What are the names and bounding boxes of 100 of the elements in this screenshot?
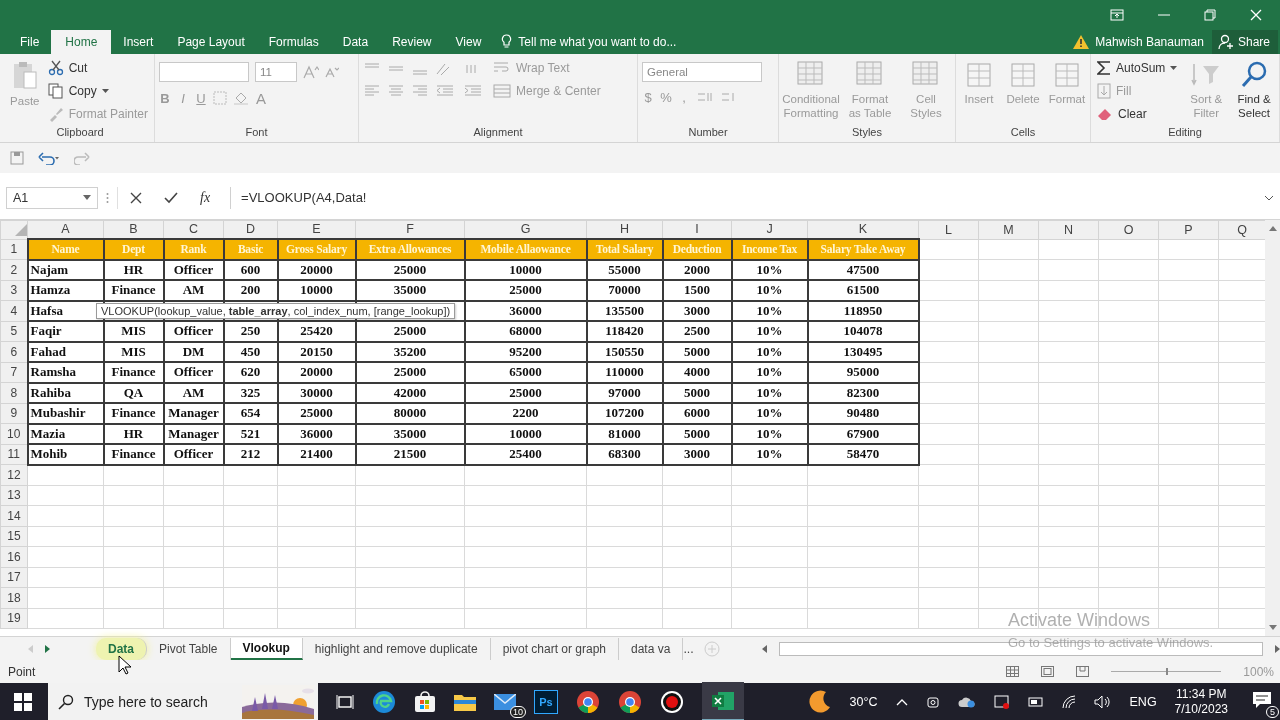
- speaker-icon[interactable]: [1093, 694, 1112, 709]
- clock[interactable]: 11:34 PM 7/10/2023: [1174, 686, 1228, 717]
- row-header[interactable]: 9: [0, 403, 28, 424]
- row-header[interactable]: 19: [0, 608, 28, 629]
- row-header[interactable]: 17: [0, 567, 28, 588]
- grow-font-icon[interactable]: [303, 64, 319, 79]
- row-header[interactable]: 18: [0, 587, 28, 609]
- chevron-up-icon[interactable]: [895, 697, 908, 706]
- row-header[interactable]: 1: [0, 239, 28, 260]
- user-name[interactable]: Mahwish Banauman: [1095, 34, 1204, 49]
- language-indicator[interactable]: ENG: [1129, 694, 1157, 709]
- normal-view-icon[interactable]: [1006, 666, 1020, 678]
- number-format-field[interactable]: General: [642, 61, 762, 82]
- page-layout-icon[interactable]: [1041, 666, 1055, 678]
- ribbon-tab[interactable]: File: [8, 29, 52, 54]
- minimize-icon[interactable]: [1158, 13, 1170, 16]
- font-name-field[interactable]: [159, 61, 249, 82]
- windows-icon[interactable]: [14, 692, 32, 711]
- battery-icon[interactable]: [1027, 696, 1044, 707]
- chevron-down-icon[interactable]: [1264, 194, 1274, 201]
- tell-me-search[interactable]: Tell me what you want to do...: [518, 34, 677, 49]
- store-icon[interactable]: [414, 690, 436, 713]
- row-header[interactable]: 8: [0, 382, 28, 404]
- share-button[interactable]: Share: [1211, 29, 1278, 54]
- undo-icon[interactable]: [38, 150, 60, 165]
- row-header[interactable]: 5: [0, 321, 28, 342]
- more-tabs-button[interactable]: ...: [683, 641, 694, 656]
- screen-record-icon[interactable]: [993, 693, 1010, 710]
- ribbon-tab[interactable]: Page Layout: [165, 29, 257, 54]
- scroll-left-icon[interactable]: [761, 644, 767, 653]
- scroll-right-icon[interactable]: [45, 644, 50, 653]
- taskbar-search-field[interactable]: Type here to search: [48, 683, 318, 720]
- row-header[interactable]: 13: [0, 485, 28, 506]
- check-icon[interactable]: [164, 191, 178, 204]
- formula-field[interactable]: =VLOOKUP(A4,Data!: [230, 186, 1256, 209]
- column-header[interactable]: N: [1038, 220, 1099, 240]
- row-header[interactable]: 12: [0, 464, 28, 486]
- cut-button[interactable]: Cut: [45, 57, 150, 79]
- row-header[interactable]: 2: [0, 259, 28, 281]
- row-header[interactable]: 4: [0, 300, 28, 322]
- sheet-tab[interactable]: pivot chart or graph: [490, 637, 619, 660]
- clear-button[interactable]: Clear: [1095, 103, 1180, 125]
- row-header[interactable]: 6: [0, 341, 28, 363]
- font-size-field[interactable]: 11: [255, 61, 297, 82]
- sheet-tab[interactable]: Data: [96, 637, 147, 660]
- table-cell: Finance: [103, 403, 164, 424]
- table-cell: 10000: [464, 423, 587, 445]
- record-icon[interactable]: [660, 689, 684, 714]
- ribbon-tab[interactable]: Insert: [111, 29, 166, 54]
- sheet-tab[interactable]: highlight and remove duplicate: [302, 637, 491, 660]
- table-cell: HR: [103, 259, 164, 281]
- file-explorer-icon[interactable]: [454, 692, 476, 711]
- column-header[interactable]: P: [1158, 220, 1219, 240]
- mail-icon[interactable]: [494, 693, 516, 710]
- ribbon-tab[interactable]: Home: [51, 29, 112, 54]
- task-view-icon[interactable]: [336, 693, 354, 710]
- ribbon-tab[interactable]: View: [443, 29, 494, 54]
- find-select-button[interactable]: Find & Select: [1233, 57, 1275, 122]
- row-header[interactable]: 11: [0, 444, 28, 465]
- column-header[interactable]: L: [918, 220, 979, 240]
- camera-icon[interactable]: [925, 694, 940, 709]
- ribbon-tab[interactable]: Review: [380, 29, 444, 54]
- row-header[interactable]: 14: [0, 505, 28, 527]
- wifi-icon[interactable]: [1061, 694, 1076, 709]
- row-header[interactable]: 7: [0, 362, 28, 383]
- ribbon-tab[interactable]: Data: [330, 29, 381, 54]
- column-header[interactable]: O: [1098, 220, 1159, 240]
- copy-button[interactable]: Copy: [45, 80, 150, 102]
- cancel-icon[interactable]: [130, 191, 142, 204]
- row-header[interactable]: 10: [0, 423, 28, 445]
- scroll-down-icon[interactable]: [1268, 625, 1277, 631]
- photoshop-icon[interactable]: Ps: [534, 689, 558, 714]
- scroll-up-icon[interactable]: [1268, 225, 1277, 231]
- sheet-tab[interactable]: Vlookup: [230, 637, 303, 660]
- restore-icon[interactable]: [1204, 8, 1216, 21]
- table-cell: 2000: [662, 259, 732, 281]
- excel-icon[interactable]: [702, 682, 744, 720]
- column-header[interactable]: Q: [1218, 220, 1266, 240]
- close-icon[interactable]: [1250, 8, 1262, 21]
- insert-function-button[interactable]: fx: [200, 189, 211, 206]
- save-icon[interactable]: [10, 150, 24, 165]
- row-header[interactable]: 16: [0, 546, 28, 568]
- ribbon-display-icon[interactable]: [1110, 8, 1124, 21]
- ribbon-tab[interactable]: Formulas: [256, 29, 331, 54]
- sheet-tab[interactable]: Pivot Table: [147, 637, 231, 660]
- column-header[interactable]: M: [978, 220, 1039, 240]
- row-header[interactable]: 3: [0, 280, 28, 301]
- fill-bucket-icon[interactable]: [233, 91, 249, 106]
- name-box[interactable]: A1: [6, 186, 98, 209]
- edge-icon[interactable]: [372, 689, 396, 714]
- page-break-icon[interactable]: [1076, 666, 1090, 678]
- weather-temperature[interactable]: 30°C: [849, 694, 878, 709]
- row-header[interactable]: 15: [0, 526, 28, 547]
- zoom-slider-thumb[interactable]: [1166, 668, 1169, 676]
- autosum-button[interactable]: AutoSum: [1095, 57, 1180, 79]
- chrome-icon[interactable]: [618, 689, 642, 714]
- notifications-icon[interactable]: [1252, 691, 1272, 709]
- scroll-right-icon[interactable]: [1275, 644, 1280, 653]
- sheet-tab[interactable]: data va: [619, 637, 684, 660]
- chrome-icon[interactable]: [576, 689, 600, 714]
